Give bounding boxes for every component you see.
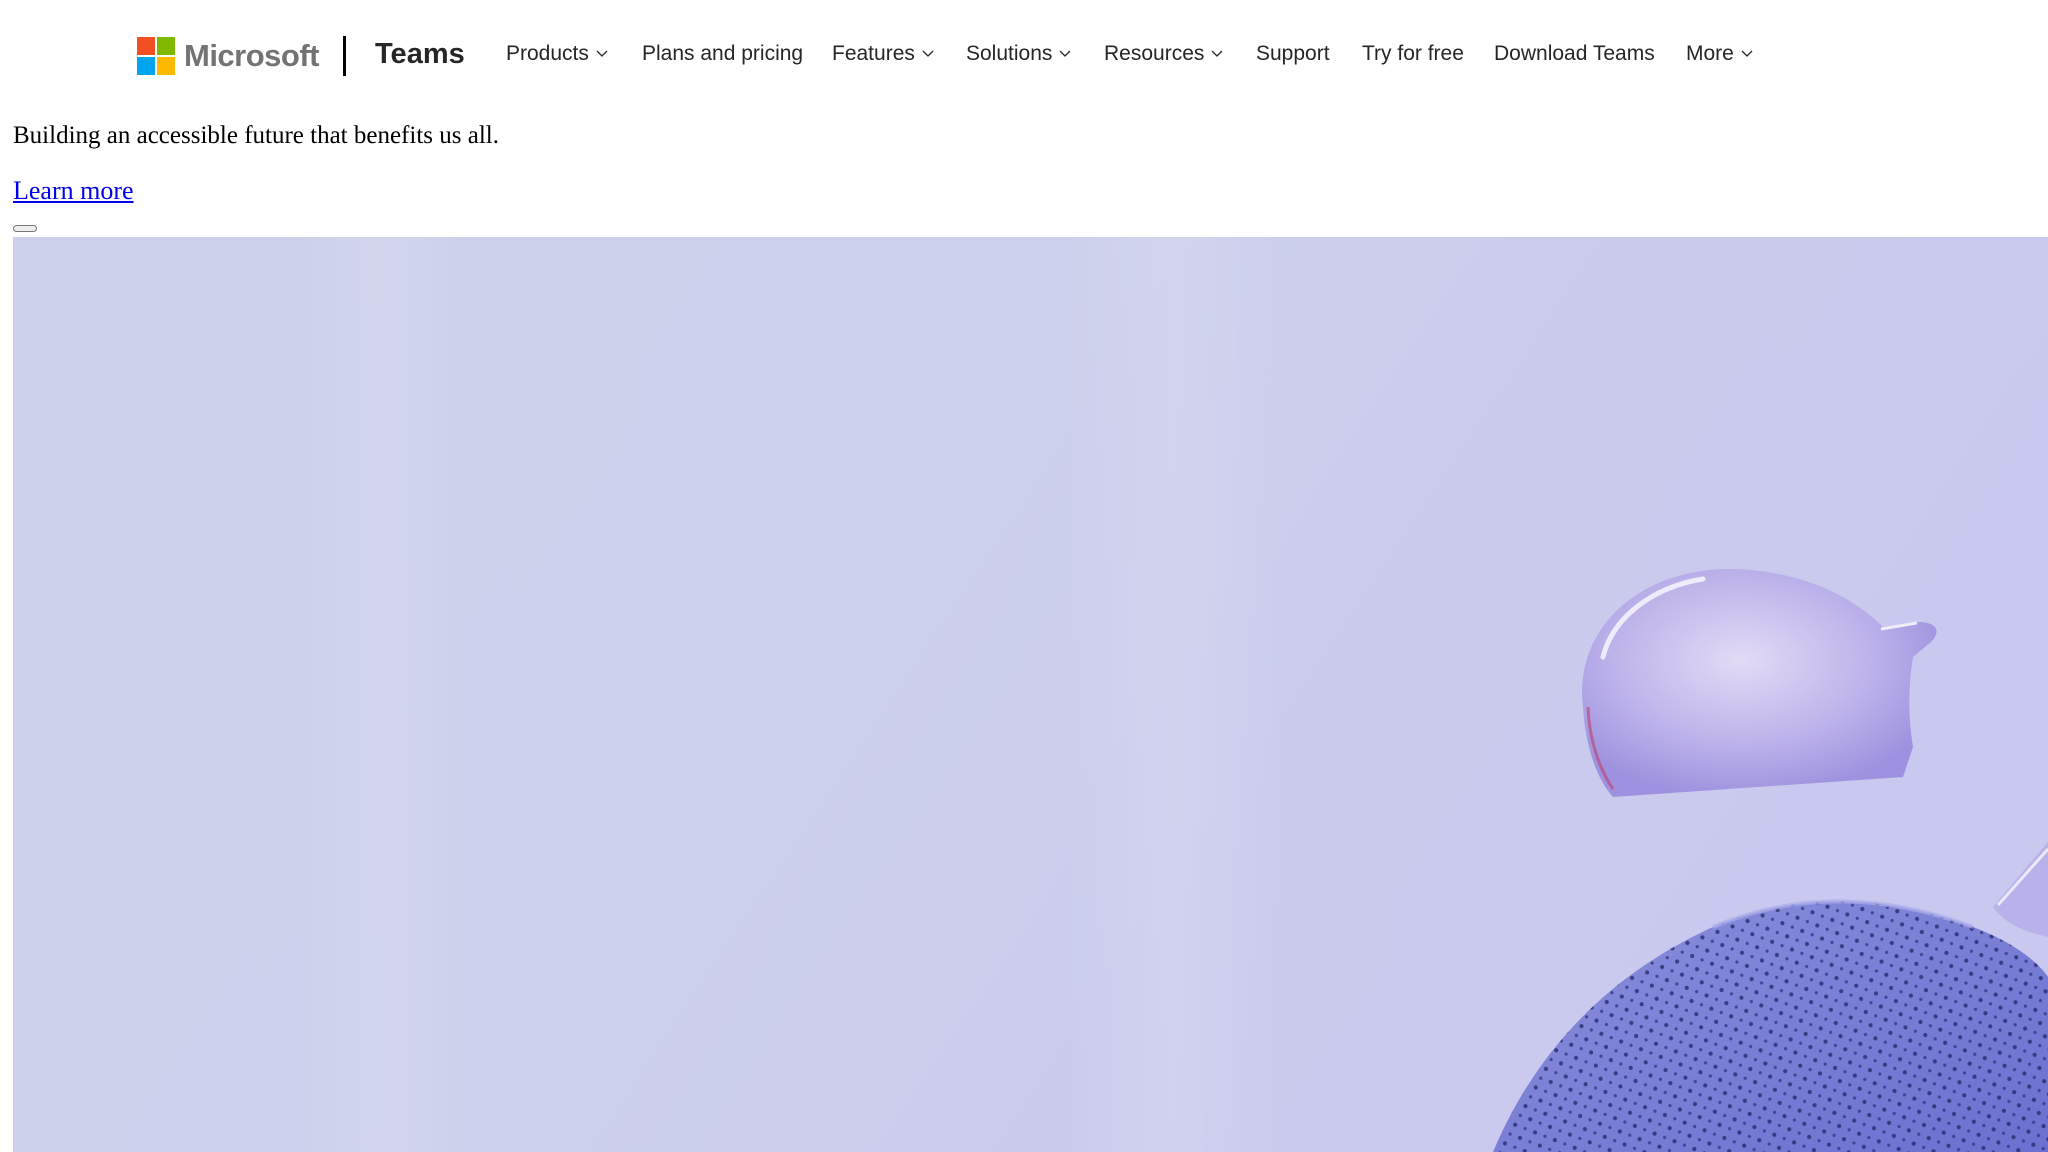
nav-item-label: Solutions: [966, 42, 1053, 65]
hero-illustration: [13, 237, 2048, 1152]
nav-item-label: More: [1686, 42, 1734, 65]
nav-item-plans-and-pricing[interactable]: Plans and pricing: [642, 34, 803, 74]
chevron-down-icon: [596, 50, 608, 57]
nav-item-label: Support: [1256, 42, 1330, 65]
chevron-down-icon: [1211, 50, 1223, 57]
chevron-down-icon: [1741, 50, 1753, 57]
nav-item-label: Try for free: [1362, 42, 1464, 65]
nav-item-products[interactable]: Products: [506, 34, 609, 74]
chevron-down-icon: [922, 50, 934, 57]
nav-item-label: Resources: [1104, 42, 1205, 65]
nav-item-more[interactable]: More: [1686, 34, 1754, 74]
nav-item-solutions[interactable]: Solutions: [966, 34, 1072, 74]
chevron-down-icon: [1059, 50, 1071, 57]
hero-light-streak: [293, 237, 473, 1152]
hero-light-streak: [1063, 237, 1283, 1152]
nav-item-features[interactable]: Features: [832, 34, 935, 74]
nav-item-try-for-free[interactable]: Try for free: [1362, 34, 1464, 74]
nav-item-resources[interactable]: Resources: [1104, 34, 1224, 74]
carousel-control-button[interactable]: [13, 225, 37, 232]
learn-more-link[interactable]: Learn more: [13, 173, 134, 209]
nav-item-label: Plans and pricing: [642, 42, 804, 65]
nav-item-label: Features: [832, 42, 915, 65]
tagline-text: Building an accessible future that benef…: [13, 122, 499, 149]
nav-item-download-teams[interactable]: Download Teams: [1494, 34, 1655, 74]
hero-image: [13, 237, 2048, 1152]
nav-item-label: Download Teams: [1494, 42, 1655, 65]
site-header: Microsoft Teams Products Plans and prici…: [0, 0, 2048, 108]
main-nav: Products Plans and pricing Features Solu…: [0, 34, 2048, 74]
nav-item-support[interactable]: Support: [1256, 34, 1330, 74]
nav-item-label: Products: [506, 42, 589, 65]
